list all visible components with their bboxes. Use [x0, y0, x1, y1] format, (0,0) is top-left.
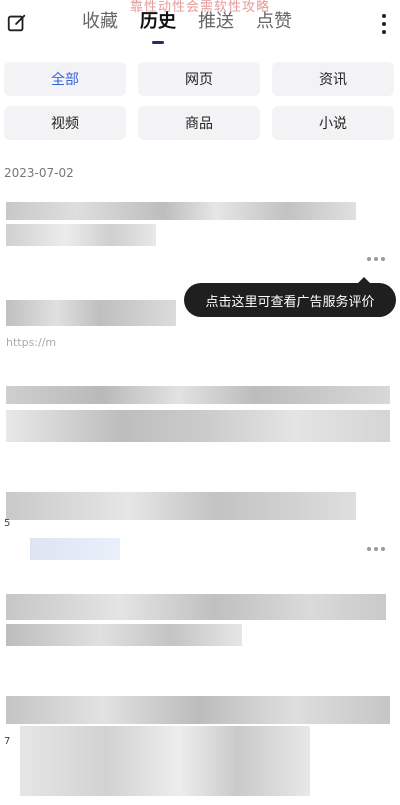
blurred-snippet — [30, 538, 120, 560]
date-header: 2023-07-02 — [4, 166, 74, 180]
blurred-title — [6, 696, 390, 724]
history-item[interactable]: 5 — [0, 488, 400, 568]
tab-push[interactable]: 推送 — [198, 10, 234, 34]
more-horizontal-icon[interactable] — [366, 546, 386, 552]
history-item[interactable]: 7 — [0, 690, 400, 800]
top-bar: 靠性动性会需软性攻略 收藏 历史 推送 点赞 — [0, 0, 400, 56]
blurred-title — [6, 410, 390, 442]
item-count: 5 — [4, 518, 11, 529]
item-url: https://m — [6, 336, 57, 349]
filter-web[interactable]: 网页 — [138, 62, 260, 96]
blurred-snippet — [20, 726, 310, 796]
filter-all[interactable]: 全部 — [4, 62, 126, 96]
blurred-title — [6, 224, 156, 246]
filter-video[interactable]: 视频 — [4, 106, 126, 140]
blurred-title — [6, 594, 386, 620]
edit-icon[interactable] — [6, 12, 28, 34]
ad-review-tooltip[interactable]: 点击这里可查看广告服务评价 — [184, 277, 396, 317]
more-horizontal-icon[interactable] — [366, 256, 386, 262]
history-item[interactable] — [0, 380, 400, 470]
history-item[interactable] — [0, 588, 400, 658]
item-count: 7 — [4, 736, 11, 747]
blurred-title — [6, 386, 390, 404]
filter-novel[interactable]: 小说 — [272, 106, 394, 140]
blurred-snippet — [6, 300, 176, 326]
blurred-title — [6, 202, 356, 220]
tab-history[interactable]: 历史 — [140, 10, 176, 44]
blurred-title — [6, 624, 242, 646]
tab-bar: 收藏 历史 推送 点赞 — [82, 10, 292, 44]
filter-goods[interactable]: 商品 — [138, 106, 260, 140]
filter-grid: 全部 网页 资讯 视频 商品 小说 — [4, 62, 396, 140]
blurred-title — [6, 492, 356, 520]
tab-likes[interactable]: 点赞 — [256, 10, 292, 34]
tab-favorites[interactable]: 收藏 — [82, 10, 118, 34]
more-vertical-icon[interactable] — [380, 12, 388, 36]
filter-news[interactable]: 资讯 — [272, 62, 394, 96]
history-item[interactable]: https://m — [0, 196, 400, 356]
